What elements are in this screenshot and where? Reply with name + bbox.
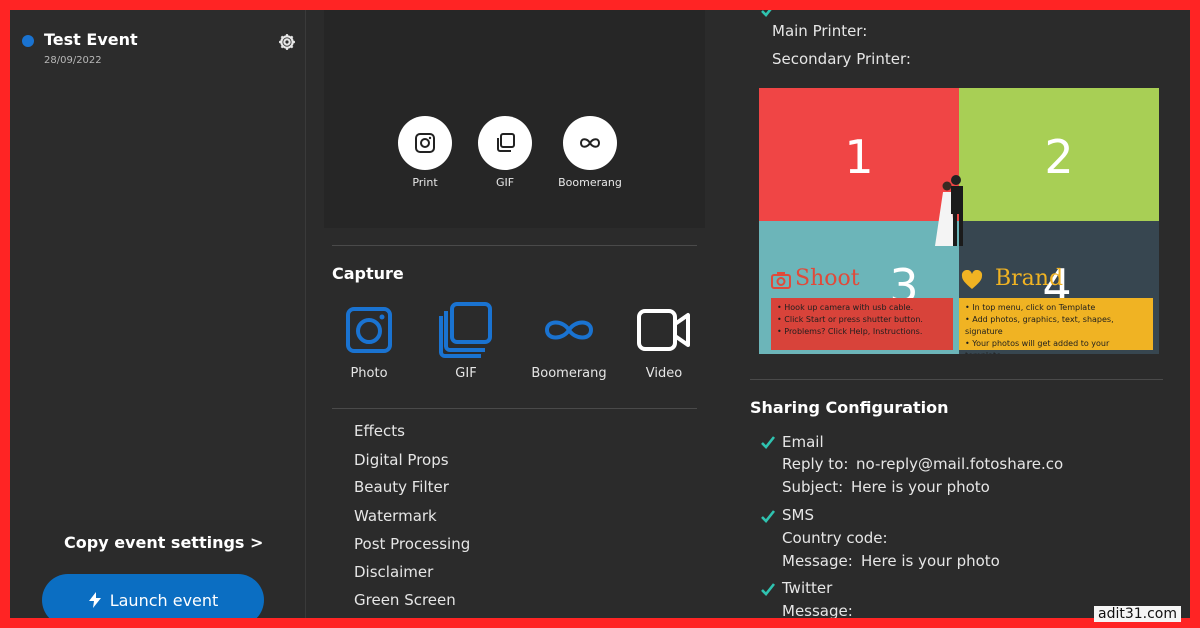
capture-gif-label: GIF xyxy=(455,366,477,381)
secondary-printer-label: Secondary Printer: xyxy=(772,50,911,68)
sms-message-value: Here is your photo xyxy=(861,552,1000,570)
menu-item-effects[interactable]: Effects xyxy=(354,422,405,440)
infinity-icon xyxy=(544,320,594,340)
capture-gif-option[interactable]: GIF xyxy=(421,300,511,381)
menu-item-disclaimer[interactable]: Disclaimer xyxy=(354,563,433,581)
menu-item-digital-props[interactable]: Digital Props xyxy=(354,451,449,469)
shoot-line: • Problems? Click Help, Instructions. xyxy=(777,327,923,336)
print-template-preview[interactable]: 1 2 3 4 Shoot Brand • Hook up camera wit… xyxy=(759,88,1159,354)
country-code-label: Country code: xyxy=(782,529,888,547)
check-icon xyxy=(761,436,776,449)
capture-boomerang-option[interactable]: Boomerang xyxy=(524,300,614,381)
brand-line: • Your photos will get added to your tem… xyxy=(965,339,1110,354)
capture-boomerang-label: Boomerang xyxy=(531,366,607,381)
email-label[interactable]: Email xyxy=(782,433,824,451)
sidebar-footer: Copy event settings > Launch event xyxy=(10,520,305,618)
twitter-label[interactable]: Twitter xyxy=(782,579,832,597)
shoot-title: Shoot xyxy=(795,266,860,291)
sidebar: Test Event 28/09/2022 Copy event setting… xyxy=(10,10,306,618)
copy-event-settings-link[interactable]: Copy event settings > xyxy=(64,533,263,552)
sharing-configuration-title: Sharing Configuration xyxy=(750,398,949,417)
capture-video-label: Video xyxy=(645,366,683,381)
preview-print-button[interactable]: Print xyxy=(398,116,452,189)
subject-value: Here is your photo xyxy=(851,478,990,496)
preview-boomerang-label: Boomerang xyxy=(558,176,622,189)
launch-event-button[interactable]: Launch event xyxy=(42,574,264,618)
menu-item-watermark[interactable]: Watermark xyxy=(354,507,437,525)
details-column: Main Printer: Secondary Printer: 1 2 3 4… xyxy=(716,10,1190,618)
settings-column: Print GIF Boomerang Capture Photo GIF Bo… xyxy=(306,10,716,618)
camera-icon xyxy=(771,272,791,289)
preview-boomerang-circle xyxy=(563,116,617,170)
reply-to-value: no-reply@mail.fotoshare.co xyxy=(856,455,1064,473)
shoot-line: • Hook up camera with usb cable. xyxy=(777,303,914,312)
preview-gif-button[interactable]: GIF xyxy=(478,116,532,189)
brand-line: • In top menu, click on Template xyxy=(965,303,1096,312)
check-icon xyxy=(761,510,776,523)
brand-line: • Add photos, graphics, text, shapes, si… xyxy=(965,315,1114,336)
app-window: Test Event 28/09/2022 Copy event setting… xyxy=(10,10,1190,618)
event-item[interactable]: Test Event 28/09/2022 xyxy=(22,30,302,66)
lightning-icon xyxy=(88,592,101,608)
main-printer-label: Main Printer: xyxy=(772,22,868,40)
gear-icon[interactable] xyxy=(277,32,297,52)
divider xyxy=(332,408,697,409)
divider xyxy=(332,245,697,246)
start-screen-preview: Print GIF Boomerang xyxy=(324,10,705,228)
gif-icon xyxy=(439,302,492,358)
event-status-dot xyxy=(22,35,34,47)
reply-to-label: Reply to: xyxy=(782,455,849,473)
preview-boomerang-button[interactable]: Boomerang xyxy=(558,116,622,189)
infinity-icon xyxy=(579,138,601,148)
capture-video-option[interactable]: Video xyxy=(619,300,709,381)
divider xyxy=(750,379,1163,380)
brand-instructions: • In top menu, click on Template • Add p… xyxy=(959,298,1153,354)
capture-photo-option[interactable]: Photo xyxy=(324,300,414,381)
sms-message-label: Message: xyxy=(782,552,853,570)
subject-label: Subject: xyxy=(782,478,844,496)
camera-icon xyxy=(346,307,392,353)
template-quadrant-1: 1 xyxy=(759,88,959,221)
capture-video-icon-wrap xyxy=(619,300,709,360)
preview-gif-circle xyxy=(478,116,532,170)
shoot-instructions: • Hook up camera with usb cable. • Click… xyxy=(771,298,953,350)
menu-item-beauty-filter[interactable]: Beauty Filter xyxy=(354,478,449,496)
sms-label[interactable]: SMS xyxy=(782,506,814,524)
video-icon xyxy=(637,309,690,351)
brand-title: Brand xyxy=(995,266,1064,291)
capture-photo-label: Photo xyxy=(350,366,388,381)
camera-icon xyxy=(415,133,435,153)
heart-icon xyxy=(961,270,983,289)
site-watermark: adit31.com xyxy=(1094,606,1182,622)
launch-event-label: Launch event xyxy=(109,590,219,610)
twitter-message-label: Message: xyxy=(782,602,853,618)
preview-gif-label: GIF xyxy=(495,176,515,189)
preview-print-circle xyxy=(398,116,452,170)
menu-item-green-screen[interactable]: Green Screen xyxy=(354,591,456,609)
check-icon xyxy=(761,583,776,596)
gif-icon xyxy=(497,133,515,152)
menu-item-post-processing[interactable]: Post Processing xyxy=(354,535,470,553)
couple-illustration xyxy=(935,175,963,246)
check-icon xyxy=(761,10,772,17)
capture-photo-icon-wrap xyxy=(324,300,414,360)
capture-gif-icon-wrap xyxy=(421,300,511,360)
capture-boomerang-icon-wrap xyxy=(524,300,614,360)
shoot-line: • Click Start or press shutter button. xyxy=(777,315,923,324)
capture-title: Capture xyxy=(332,264,404,283)
quadrant-number: 1 xyxy=(844,130,874,184)
event-name: Test Event xyxy=(44,30,138,49)
event-date: 28/09/2022 xyxy=(44,55,102,66)
